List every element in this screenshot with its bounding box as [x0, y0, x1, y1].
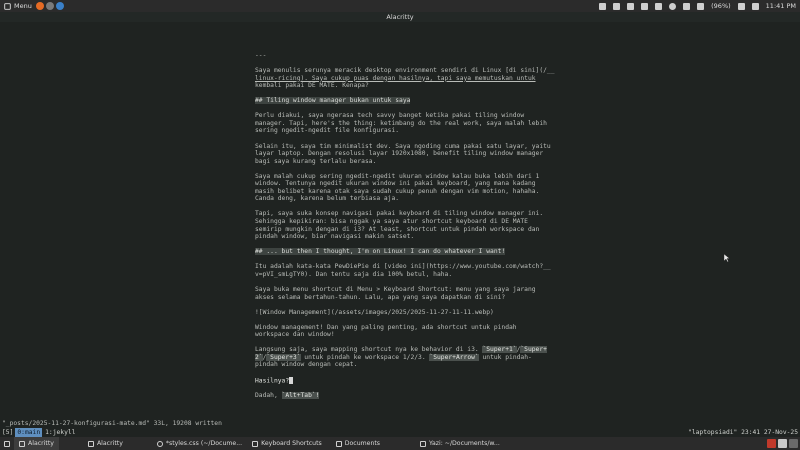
top-panel: Menu (96%) 11:41 PM: [0, 0, 800, 12]
paragraph-line: kembali pakai DE MATE. Kenapa?: [255, 82, 369, 90]
paragraph-line: Itu adalah kata-kata PewDiePie di [video…: [255, 263, 551, 271]
paragraph-line: manager. Tapi, here's the thing: ketimba…: [255, 119, 547, 127]
paragraph-line: Tapi, saya suka konsep navigasi pakai ke…: [255, 210, 544, 218]
tmux-window-jekyll[interactable]: 1:jekyll: [42, 428, 78, 437]
app-launcher-icon-2[interactable]: [55, 2, 64, 10]
markdown-document[interactable]: --- Saya menulis serunya meracik desktop…: [255, 52, 555, 400]
notification-icon[interactable]: [767, 439, 776, 448]
pen-icon[interactable]: [627, 2, 635, 10]
task-label: Keyboard Shortcuts: [261, 440, 322, 447]
folder-icon: [335, 440, 342, 447]
editor-icon: [156, 440, 163, 447]
battery-percent: (96%): [711, 2, 731, 10]
paragraph-line: masih belibet karena otak saya sudah cuk…: [255, 187, 540, 195]
task-label: *styles.css (~/Docume...: [165, 440, 243, 447]
separator: ---: [255, 52, 267, 59]
taskbar-item-alacritty[interactable]: Alacritty: [14, 437, 59, 450]
system-tray: (96%) 11:41 PM: [599, 0, 796, 12]
show-desktop-button[interactable]: [0, 437, 14, 450]
paragraph-line: Canda deng, karena belum terbiasa aja.: [255, 195, 400, 203]
desktop-icon: [4, 440, 10, 447]
terminal-icon: [420, 440, 427, 447]
taskbar-item-yazi[interactable]: Yazi: ~/Documents/w...: [415, 437, 505, 450]
pin-icon[interactable]: [599, 2, 607, 10]
code-super2: `Super+: [520, 346, 547, 354]
clock[interactable]: 11:41 PM: [766, 2, 796, 10]
paragraph-line: layar laptop. Dengan resolusi layar 1920…: [255, 150, 544, 158]
text-cursor: [289, 376, 294, 384]
task-label: Alacritty: [28, 440, 54, 447]
tool-icon[interactable]: [641, 2, 649, 10]
menu-label: Menu: [14, 2, 32, 10]
heading-linux: ## ... but then I thought, I'm on Linux!…: [255, 248, 506, 256]
mint-logo-icon: [4, 2, 11, 10]
paragraph-line: Selain itu, saya tim minimalist dev. Say…: [255, 142, 551, 150]
text-span: Langsung saja, saya mapping shortcut nya…: [255, 346, 483, 354]
text-span: untuk pindah-: [478, 353, 532, 361]
terminal-area[interactable]: --- Saya menulis serunya meracik desktop…: [0, 22, 800, 431]
tmux-host-time: "laptopsiadi" 23:41 27-Nov-25: [688, 429, 798, 436]
code-super-arrow: `Super+Arrow`: [429, 353, 479, 361]
paragraph-line: Sehingga kepikiran: bisa nggak ya saya a…: [255, 218, 528, 226]
workspace-1[interactable]: [778, 439, 787, 448]
heading-tiling: ## Tiling window manager bukan untuk say…: [255, 97, 411, 105]
vim-status-line: "_posts/2025-11-27-konfigurasi-mate.md" …: [2, 420, 222, 427]
tmux-window-main[interactable]: 0:main: [15, 428, 43, 437]
volume-icon[interactable]: [737, 2, 745, 10]
bluetooth-icon[interactable]: [655, 2, 663, 10]
terminal-icon: [19, 440, 25, 447]
app-launcher-icon[interactable]: [45, 2, 54, 10]
terminal-icon: [87, 440, 94, 447]
paragraph-line: pindah window, biar navigasi makin satse…: [255, 233, 415, 241]
window-title: Alacritty: [0, 12, 800, 22]
screen-icon[interactable]: [751, 2, 759, 10]
paragraph-line: semirip mungkin dengan di i3? At least, …: [255, 225, 540, 233]
code-super2-end: 2`: [255, 353, 263, 361]
tmux-status-bar: [5] 0:main 1:jekyll "laptopsiadi" 23:41 …: [0, 428, 800, 437]
code-alt-tab: `Alt+Tab`!: [281, 392, 320, 400]
menu-button[interactable]: Menu: [0, 0, 36, 12]
hasilnya-text: Hasilnya?: [255, 377, 290, 385]
paragraph-line: pindah window dengan cepat.: [255, 361, 358, 369]
paragraph-line: linux-ricing). Saya cukup puas dengan ha…: [255, 74, 536, 82]
text-span: Dadah,: [255, 392, 282, 400]
paragraph-line: Window management! Dan yang paling penti…: [255, 323, 517, 331]
video-icon[interactable]: [613, 2, 621, 10]
text-span: untuk pindah ke workspace 1/2/3.: [300, 353, 430, 361]
workspace-2[interactable]: [789, 439, 798, 448]
taskbar: Alacritty Alacritty *styles.css (~/Docum…: [0, 437, 800, 450]
paragraph-line: v=pVI_smLgTY0). Dan tentu saja dia 100% …: [255, 270, 453, 278]
taskbar-item-alacritty-2[interactable]: Alacritty: [83, 437, 128, 450]
firefox-icon[interactable]: [35, 2, 44, 10]
paragraph-line: window. Tentunya ngedit ukuran window in…: [255, 180, 536, 188]
mouse-pointer-icon: [724, 254, 730, 262]
tmux-session: [5]: [2, 429, 14, 436]
launchers: [35, 2, 64, 10]
paragraph-line: workspace dan window!: [255, 331, 335, 339]
image-link: ![Window Management](/assets/images/2025…: [255, 308, 494, 316]
code-super3: `Super+3`: [266, 353, 301, 361]
paragraph-line: bagi saya kurang terlalu berasa.: [255, 157, 377, 165]
paragraph-line: sering ngedit-ngedit file konfigurasi.: [255, 127, 400, 135]
battery-icon[interactable]: [697, 2, 705, 10]
paragraph-line: Saya buka menu shortcut di Menu > Keyboa…: [255, 285, 536, 293]
task-label: Yazi: ~/Documents/w...: [429, 440, 500, 447]
task-label: Alacritty: [96, 440, 123, 447]
taskbar-item-keyboard-shortcuts[interactable]: Keyboard Shortcuts: [247, 437, 327, 450]
taskbar-item-styles-css[interactable]: *styles.css (~/Docume...: [152, 437, 247, 450]
paragraph-line: akses selama bertahun-tahun. Lalu, apa y…: [255, 293, 506, 301]
paragraph-line: Saya menulis serunya meracik desktop env…: [255, 67, 555, 75]
keyboard-icon: [252, 440, 259, 447]
taskbar-item-documents[interactable]: Documents: [331, 437, 385, 450]
paragraph-line: Saya malah cukup sering ngedit-ngedit uk…: [255, 172, 540, 180]
task-label: Documents: [344, 440, 381, 447]
paragraph-line: Perlu diakui, saya ngerasa tech savvy ba…: [255, 112, 525, 120]
display-icon[interactable]: [683, 2, 691, 10]
code-super1: `Super+1`: [482, 346, 517, 354]
workspace-switcher: [767, 439, 798, 448]
wifi-icon[interactable]: [669, 2, 677, 10]
